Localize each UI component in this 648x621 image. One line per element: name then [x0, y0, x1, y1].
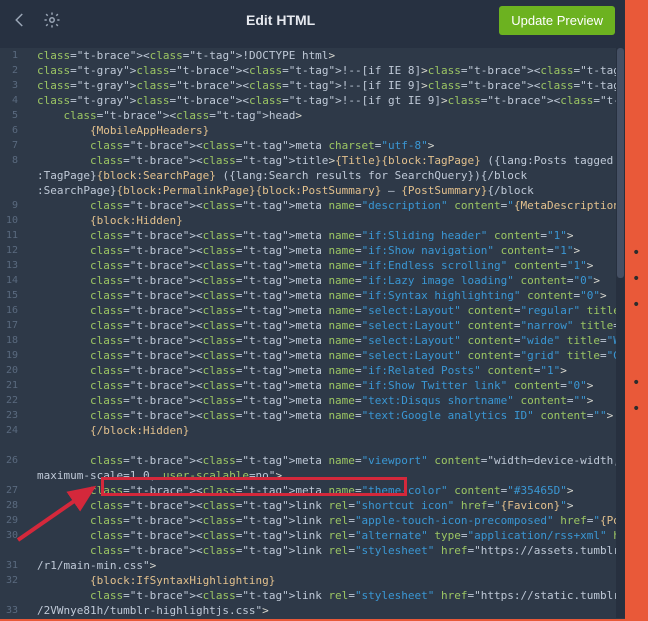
code-line[interactable]: /r1/main-min.css">: [37, 558, 156, 573]
code-line[interactable]: class="t-brace"><class="t-tag">meta char…: [37, 138, 434, 153]
scrollbar[interactable]: [616, 48, 625, 618]
scrollbar-thumb[interactable]: [617, 48, 624, 278]
code-line[interactable]: class="t-brace"><class="t-tag">meta name…: [37, 348, 625, 363]
code-line[interactable]: class="t-gray">class="t-brace"><class="t…: [37, 93, 625, 108]
code-line[interactable]: class="t-gray">class="t-brace"><class="t…: [37, 63, 625, 78]
code-line[interactable]: class="t-brace"><class="t-tag">link rel=…: [37, 543, 625, 558]
code-line[interactable]: class="t-brace"><class="t-tag">meta name…: [37, 363, 567, 378]
gear-icon[interactable]: [42, 10, 62, 30]
code-line[interactable]: class="t-brace"><class="t-tag">title>{Ti…: [37, 153, 625, 168]
update-preview-button[interactable]: Update Preview: [499, 6, 615, 35]
back-arrow-icon[interactable]: [10, 10, 30, 30]
code-line[interactable]: class="t-brace"><class="t-tag">meta name…: [37, 318, 625, 333]
code-line[interactable]: /2VWnye81h/tumblr-highlightjs.css">: [37, 603, 269, 618]
code-line[interactable]: class="t-brace"><class="t-tag">meta name…: [37, 333, 625, 348]
code-line[interactable]: class="t-brace"><class="t-tag">meta name…: [37, 228, 574, 243]
line-gutter: 1234567891011121314151617181920212223242…: [0, 48, 28, 619]
side-dots: •••••: [632, 240, 640, 422]
code-line[interactable]: class="t-brace"><class="t-tag">meta name…: [37, 198, 625, 213]
code-line[interactable]: {block:Hidden}: [37, 213, 183, 228]
code-line[interactable]: :TagPage}{block:SearchPage} ({lang:Searc…: [37, 168, 527, 183]
code-line[interactable]: class="t-brace"><class="t-tag">meta name…: [37, 258, 593, 273]
code-line[interactable]: {block:IfSyntaxHighlighting}: [37, 573, 275, 588]
code-line[interactable]: maximum-scale=1.0, user-scalable=no">: [37, 468, 282, 483]
code-line[interactable]: class="t-brace"><class="t-tag">meta name…: [37, 393, 593, 408]
code-line[interactable]: class="t-brace"><class="t-tag">link rel=…: [37, 498, 574, 513]
code-line[interactable]: class="t-brace"><class="t-tag">link rel=…: [37, 513, 625, 528]
code-line[interactable]: {MobileAppHeaders}: [37, 123, 209, 138]
code-line[interactable]: class="t-gray">class="t-brace"><class="t…: [37, 78, 625, 93]
code-line[interactable]: class="t-brace"><class="t-tag">meta name…: [37, 453, 625, 468]
code-editor[interactable]: 1234567891011121314151617181920212223242…: [0, 48, 625, 619]
code-line[interactable]: {/block:IfSyntaxHighlighting}: [37, 618, 282, 619]
code-line[interactable]: class="t-brace"><class="t-tag">meta name…: [37, 483, 574, 498]
code-area[interactable]: class="t-brace"><class="t-tag">!DOCTYPE …: [30, 48, 622, 619]
code-line[interactable]: class="t-brace"><class="t-tag">meta name…: [37, 288, 607, 303]
code-line[interactable]: class="t-brace"><class="t-tag">link rel=…: [37, 588, 625, 603]
code-line[interactable]: class="t-brace"><class="t-tag">!DOCTYPE …: [37, 48, 335, 63]
page-title: Edit HTML: [74, 12, 487, 28]
editor-panel: Edit HTML Update Preview 123456789101112…: [0, 0, 625, 619]
code-line[interactable]: class="t-brace"><class="t-tag">meta name…: [37, 408, 613, 423]
code-line[interactable]: class="t-brace"><class="t-tag">head>: [37, 108, 302, 123]
code-line[interactable]: :SearchPage}{block:PermalinkPage}{block:…: [37, 183, 534, 198]
code-line[interactable]: class="t-brace"><class="t-tag">meta name…: [37, 273, 600, 288]
code-line[interactable]: {/block:Hidden}: [37, 423, 189, 438]
code-line[interactable]: class="t-brace"><class="t-tag">meta name…: [37, 378, 593, 393]
code-line[interactable]: class="t-brace"><class="t-tag">meta name…: [37, 243, 580, 258]
code-line[interactable]: class="t-brace"><class="t-tag">link rel=…: [37, 528, 625, 543]
header-bar: Edit HTML Update Preview: [0, 0, 625, 40]
code-line[interactable]: class="t-brace"><class="t-tag">meta name…: [37, 303, 625, 318]
